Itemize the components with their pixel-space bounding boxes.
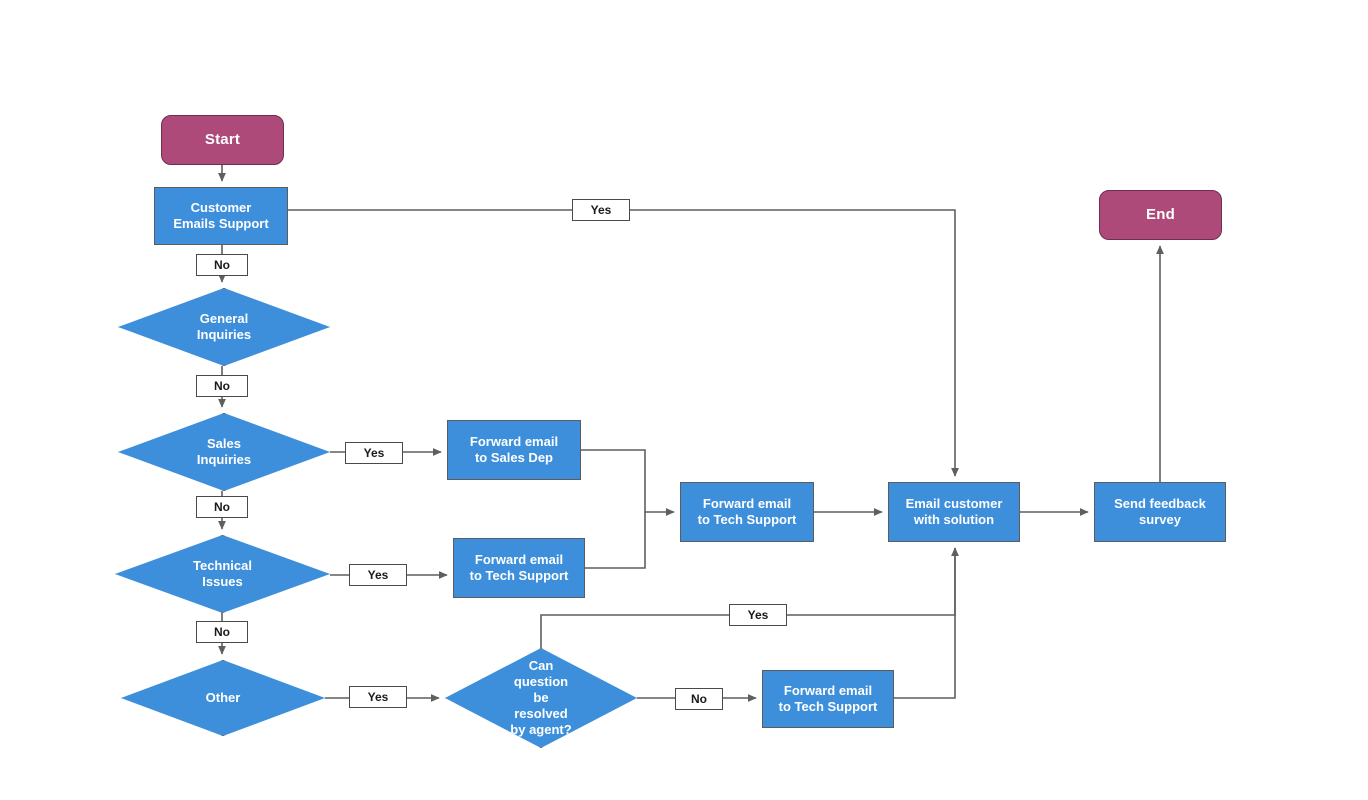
flow-node-send_feedback[interactable]: Send feedback survey bbox=[1094, 482, 1226, 542]
edge-label-lbl_no_tech[interactable]: No bbox=[196, 621, 248, 643]
flow-node-label: Other bbox=[205, 690, 241, 706]
edge-label-lbl_yes_sales[interactable]: Yes bbox=[345, 442, 403, 464]
flowchart-canvas: Start Customer Emails Support General Inqu… bbox=[0, 0, 1368, 800]
flow-node-fwd_tech_2[interactable]: Forward email to Tech Support bbox=[762, 670, 894, 728]
flow-node-label: Send feedback survey bbox=[1114, 496, 1206, 527]
edge-label-lbl_no_customer[interactable]: No bbox=[196, 254, 248, 276]
flow-node-label: Email customer with solution bbox=[905, 496, 1003, 527]
edge-label-lbl_no_general[interactable]: No bbox=[196, 375, 248, 397]
flow-node-email_customer[interactable]: Email customer with solution bbox=[888, 482, 1020, 542]
flow-node-label: Forward email to Tech Support bbox=[778, 683, 878, 714]
flow-node-sales[interactable]: Sales Inquiries bbox=[118, 413, 330, 491]
flow-node-end[interactable]: End bbox=[1099, 190, 1222, 240]
flow-node-start[interactable]: Start bbox=[161, 115, 284, 165]
flow-node-label: Customer Emails Support bbox=[173, 200, 269, 231]
flow-node-label: End bbox=[1146, 205, 1175, 223]
flow-node-other[interactable]: Other bbox=[121, 660, 325, 736]
flow-node-label: Forward email to Tech Support bbox=[697, 496, 797, 527]
edge-label-lbl_yes_top[interactable]: Yes bbox=[572, 199, 630, 221]
flow-node-label: Can question be resolved by agent? bbox=[510, 658, 572, 737]
flow-node-label: Sales Inquiries bbox=[196, 436, 252, 467]
edge-label-lbl_no_sales[interactable]: No bbox=[196, 496, 248, 518]
flow-edge bbox=[894, 548, 956, 699]
flow-node-can_resolve[interactable]: Can question be resolved by agent? bbox=[445, 648, 637, 748]
flow-node-label: Technical Issues bbox=[192, 558, 252, 589]
flow-node-general[interactable]: General Inquiries bbox=[118, 288, 330, 366]
flow-edge bbox=[585, 512, 646, 569]
flow-edge bbox=[581, 449, 675, 516]
flow-edge bbox=[540, 548, 955, 648]
edge-label-lbl_no_resolve[interactable]: No bbox=[675, 688, 723, 710]
flow-node-label: Start bbox=[204, 130, 241, 148]
flow-node-fwd_sales[interactable]: Forward email to Sales Dep bbox=[447, 420, 581, 480]
flow-node-fwd_tech_mid[interactable]: Forward email to Tech Support bbox=[680, 482, 814, 542]
edge-label-lbl_yes_other[interactable]: Yes bbox=[349, 686, 407, 708]
flow-node-label: General Inquiries bbox=[196, 311, 252, 342]
flow-node-customer_emails[interactable]: Customer Emails Support bbox=[154, 187, 288, 245]
flow-edge bbox=[288, 209, 955, 476]
edge-label-lbl_yes_tech[interactable]: Yes bbox=[349, 564, 407, 586]
flow-node-label: Forward email to Sales Dep bbox=[469, 434, 559, 465]
edge-label-lbl_yes_resolve[interactable]: Yes bbox=[729, 604, 787, 626]
flow-node-fwd_tech_1[interactable]: Forward email to Tech Support bbox=[453, 538, 585, 598]
flow-node-technical[interactable]: Technical Issues bbox=[115, 535, 330, 613]
flow-node-label: Forward email to Tech Support bbox=[469, 552, 569, 583]
